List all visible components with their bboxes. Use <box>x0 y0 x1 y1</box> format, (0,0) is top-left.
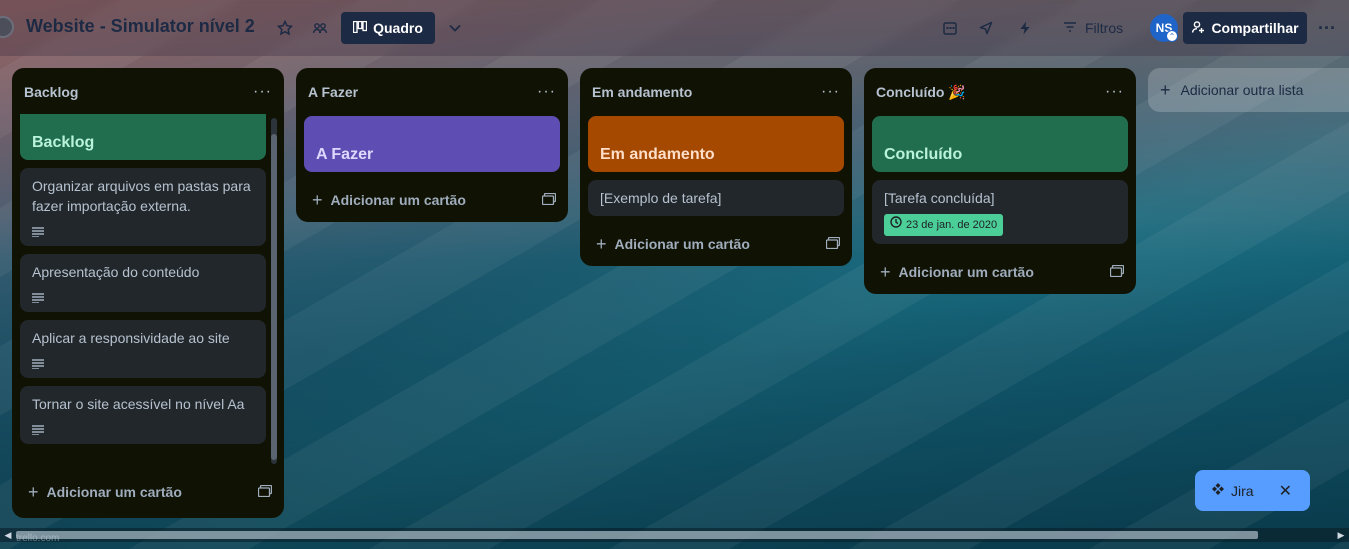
plus-icon: + <box>1160 79 1171 100</box>
automation-icon[interactable] <box>1011 14 1039 42</box>
add-card-label: Adicionar um cartão <box>330 192 466 208</box>
cover-card[interactable]: Concluído <box>872 116 1128 172</box>
description-icon <box>32 420 254 436</box>
list-title[interactable]: Em andamento <box>592 84 692 100</box>
board-scrollbar-thumb[interactable] <box>16 531 1258 539</box>
filters-label: Filtros <box>1085 20 1124 36</box>
add-card-label: Adicionar um cartão <box>898 264 1034 280</box>
card[interactable]: Organizar arquivos em pastas para fazer … <box>20 168 266 246</box>
clock-icon <box>890 215 902 235</box>
list-header: Concluído 🎉 ··· <box>864 68 1136 116</box>
sidebar-toggle-button[interactable] <box>0 16 14 38</box>
jira-icon <box>1211 482 1225 499</box>
add-card-button[interactable]: + Adicionar um cartão <box>580 224 852 264</box>
list-header: Backlog ··· <box>12 68 284 116</box>
create-from-template-icon[interactable] <box>541 192 557 208</box>
more-options-icon[interactable]: ··· <box>1313 14 1341 42</box>
card[interactable]: Apresentação do conteúdo <box>20 254 266 312</box>
card-title: [Tarefa concluída] <box>884 190 995 206</box>
power-ups-icon[interactable] <box>972 14 1000 42</box>
filters-button[interactable]: Filtros <box>1063 14 1123 42</box>
list-menu-icon[interactable]: ··· <box>1105 83 1124 101</box>
list-title[interactable]: A Fazer <box>308 84 358 100</box>
cover-card[interactable]: A Fazer <box>304 116 560 172</box>
description-icon <box>32 354 254 370</box>
card[interactable]: [Exemplo de tarefa] <box>588 180 844 216</box>
plus-icon: + <box>28 481 39 502</box>
close-icon[interactable]: ✕ <box>1279 481 1292 501</box>
list-title[interactable]: Backlog <box>24 84 78 100</box>
filter-icon <box>1063 20 1077 36</box>
scroll-left-icon[interactable]: ◀ <box>2 529 14 541</box>
due-date-label: 23 de jan. de 2020 <box>906 219 998 231</box>
card-title: Organizar arquivos em pastas para fazer … <box>32 178 251 214</box>
card-title: Tornar o site acessível no nível Aa <box>32 396 245 412</box>
plus-icon: + <box>880 261 891 282</box>
board-view-label: Quadro <box>373 20 423 36</box>
card-list: Backlog Organizar arquivos em pastas par… <box>12 114 284 444</box>
chevron-down-icon[interactable] <box>441 14 469 42</box>
list-menu-icon[interactable]: ··· <box>253 83 272 101</box>
cover-card[interactable]: Em andamento <box>588 116 844 172</box>
card[interactable]: [Tarefa concluída] 23 de jan. de 2020 <box>872 180 1128 244</box>
card[interactable]: Aplicar a responsividade ao site <box>20 320 266 378</box>
add-card-label: Adicionar um cartão <box>614 236 750 252</box>
add-card-button[interactable]: + Adicionar um cartão <box>296 180 568 220</box>
card-list: Em andamento [Exemplo de tarefa] <box>580 116 852 216</box>
create-from-template-icon[interactable] <box>825 236 841 252</box>
create-from-template-icon[interactable] <box>257 484 273 500</box>
card-title: Aplicar a responsividade ao site <box>32 330 230 346</box>
list-header: Em andamento ··· <box>580 68 852 116</box>
jira-label: Jira <box>1231 482 1254 499</box>
add-list-button[interactable]: + Adicionar outra lista <box>1148 68 1349 112</box>
due-date-badge[interactable]: 23 de jan. de 2020 <box>884 214 1004 236</box>
board-view-button[interactable]: Quadro <box>341 12 435 44</box>
jira-button[interactable]: Jira ✕ <box>1195 470 1310 511</box>
scroll-right-icon[interactable]: ▶ <box>1335 529 1347 541</box>
add-card-button[interactable]: + Adicionar um cartão <box>12 472 284 512</box>
board-view-icon <box>352 20 368 36</box>
card[interactable]: Tornar o site acessível no nível Aa <box>20 386 266 444</box>
card-title: Apresentação do conteúdo <box>32 264 200 280</box>
board-title[interactable]: Website - Simulator nível 2 <box>26 16 255 37</box>
list-em-andamento: Em andamento ··· Em andamento [Exemplo d… <box>580 68 852 266</box>
cover-card[interactable]: Backlog <box>20 114 266 160</box>
card-list: Concluído [Tarefa concluída] 23 de jan. … <box>864 116 1136 244</box>
add-member-icon <box>1191 20 1205 37</box>
star-icon[interactable] <box>271 14 299 42</box>
list-a-fazer: A Fazer ··· A Fazer + Adicionar um cartã… <box>296 68 568 222</box>
list-backlog: Backlog ··· Backlog Organizar arquivos e… <box>12 68 284 518</box>
list-title[interactable]: Concluído 🎉 <box>876 84 966 101</box>
card-list: A Fazer <box>296 116 568 172</box>
share-label: Compartilhar <box>1211 20 1299 36</box>
list-menu-icon[interactable]: ··· <box>537 83 556 101</box>
workspace-visibility-icon[interactable] <box>306 14 334 42</box>
description-icon <box>32 288 254 304</box>
calendar-icon[interactable] <box>936 14 964 42</box>
add-list-label: Adicionar outra lista <box>1180 82 1304 98</box>
plus-icon: + <box>312 189 323 210</box>
list-menu-icon[interactable]: ··· <box>821 83 840 101</box>
add-card-label: Adicionar um cartão <box>46 484 182 500</box>
status-url: trello.com <box>16 533 60 544</box>
add-card-button[interactable]: + Adicionar um cartão <box>864 252 1136 292</box>
create-from-template-icon[interactable] <box>1109 264 1125 280</box>
description-icon <box>32 222 254 238</box>
admin-badge-icon: ⌃ <box>1166 30 1178 42</box>
list-concluido: Concluído 🎉 ··· Concluído [Tarefa conclu… <box>864 68 1136 294</box>
list-header: A Fazer ··· <box>296 68 568 116</box>
plus-icon: + <box>596 233 607 254</box>
share-button[interactable]: Compartilhar <box>1183 12 1307 44</box>
board-header: Website - Simulator nível 2 Quadro Filtr… <box>0 0 1349 56</box>
list-scrollbar-thumb[interactable] <box>271 134 277 460</box>
card-title: [Exemplo de tarefa] <box>600 190 722 206</box>
